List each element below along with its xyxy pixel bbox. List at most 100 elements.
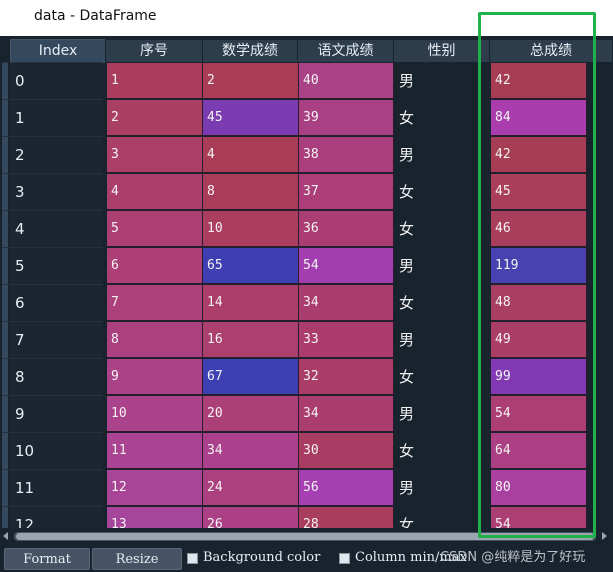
table-cell[interactable]: 34 <box>299 285 394 321</box>
table-cell[interactable]: 54 <box>491 507 587 528</box>
table-cell[interactable]: 80 <box>491 470 587 506</box>
scroll-right-icon[interactable] <box>602 532 607 540</box>
column-header-xuhao[interactable]: 序号 <box>105 39 203 63</box>
row-marker[interactable] <box>2 247 8 285</box>
row-marker[interactable] <box>2 432 8 470</box>
table-cell[interactable]: 8 <box>107 322 203 358</box>
table-cell[interactable]: 33 <box>299 322 394 358</box>
row-marker[interactable] <box>2 358 8 396</box>
table-cell[interactable]: 48 <box>491 285 587 321</box>
table-cell[interactable]: 32 <box>299 359 394 395</box>
row-index[interactable]: 12 <box>10 506 103 528</box>
table-cell[interactable]: 49 <box>491 322 587 358</box>
row-index[interactable]: 1 <box>10 99 103 136</box>
resize-button[interactable]: Resize <box>92 548 182 570</box>
table-cell[interactable]: 1 <box>107 63 203 99</box>
format-button[interactable]: Format <box>4 548 90 570</box>
table-cell[interactable]: 11 <box>107 433 203 469</box>
table-cell[interactable]: 女 <box>396 359 490 395</box>
table-cell[interactable]: 20 <box>203 396 299 432</box>
column-header-chinese[interactable]: 语文成绩 <box>297 39 394 63</box>
row-index[interactable]: 2 <box>10 136 103 173</box>
row-marker[interactable] <box>2 469 8 507</box>
table-cell[interactable]: 2 <box>107 100 203 136</box>
table-cell[interactable]: 26 <box>203 507 299 528</box>
table-cell[interactable]: 99 <box>491 359 587 395</box>
row-marker[interactable] <box>2 506 8 528</box>
table-cell[interactable]: 84 <box>491 100 587 136</box>
table-cell[interactable]: 女 <box>396 285 490 321</box>
table-cell[interactable]: 46 <box>491 211 587 247</box>
index-header[interactable]: Index <box>10 39 106 63</box>
table-cell[interactable]: 3 <box>107 137 203 173</box>
column-header-gender[interactable]: 性别 <box>393 39 490 63</box>
table-cell[interactable]: 34 <box>299 396 394 432</box>
table-cell[interactable]: 女 <box>396 433 490 469</box>
row-index[interactable]: 7 <box>10 321 103 358</box>
table-cell[interactable]: 4 <box>203 137 299 173</box>
row-marker[interactable] <box>2 321 8 359</box>
scrollbar-thumb[interactable] <box>16 533 594 540</box>
row-index[interactable]: 0 <box>10 62 103 99</box>
table-cell[interactable]: 39 <box>299 100 394 136</box>
table-cell[interactable]: 男 <box>396 470 490 506</box>
table-cell[interactable]: 119 <box>491 248 587 284</box>
table-cell[interactable]: 38 <box>299 137 394 173</box>
column-header-math[interactable]: 数学成绩 <box>202 39 298 63</box>
table-cell[interactable]: 10 <box>203 211 299 247</box>
table-cell[interactable]: 7 <box>107 285 203 321</box>
table-cell[interactable]: 45 <box>491 174 587 210</box>
row-marker[interactable] <box>2 284 8 322</box>
horizontal-scrollbar[interactable] <box>0 528 613 544</box>
table-cell[interactable]: 54 <box>299 248 394 284</box>
row-marker[interactable] <box>2 99 8 137</box>
row-index[interactable]: 3 <box>10 173 103 210</box>
column-minmax-checkbox[interactable] <box>339 553 350 564</box>
table-cell[interactable]: 54 <box>491 396 587 432</box>
row-marker[interactable] <box>2 210 8 248</box>
table-cell[interactable]: 12 <box>107 470 203 506</box>
table-cell[interactable]: 64 <box>491 433 587 469</box>
row-index[interactable]: 4 <box>10 210 103 247</box>
table-cell[interactable]: 56 <box>299 470 394 506</box>
table-cell[interactable]: 24 <box>203 470 299 506</box>
table-cell[interactable]: 36 <box>299 211 394 247</box>
table-cell[interactable]: 6 <box>107 248 203 284</box>
row-marker[interactable] <box>2 173 8 211</box>
row-index[interactable]: 9 <box>10 395 103 432</box>
table-cell[interactable]: 40 <box>299 63 394 99</box>
row-index[interactable]: 10 <box>10 432 103 469</box>
table-cell[interactable]: 42 <box>491 63 587 99</box>
table-cell[interactable]: 男 <box>396 396 490 432</box>
row-index[interactable]: 6 <box>10 284 103 321</box>
table-cell[interactable]: 8 <box>203 174 299 210</box>
table-cell[interactable]: 34 <box>203 433 299 469</box>
row-marker[interactable] <box>2 136 8 174</box>
table-cell[interactable]: 67 <box>203 359 299 395</box>
table-cell[interactable]: 42 <box>491 137 587 173</box>
row-marker[interactable] <box>2 395 8 433</box>
table-cell[interactable]: 女 <box>396 211 490 247</box>
table-cell[interactable]: 30 <box>299 433 394 469</box>
table-cell[interactable]: 13 <box>107 507 203 528</box>
table-cell[interactable]: 男 <box>396 248 490 284</box>
table-cell[interactable]: 男 <box>396 322 490 358</box>
table-cell[interactable]: 9 <box>107 359 203 395</box>
table-cell[interactable]: 2 <box>203 63 299 99</box>
scroll-left-icon[interactable] <box>3 532 8 540</box>
row-index[interactable]: 8 <box>10 358 103 395</box>
table-cell[interactable]: 37 <box>299 174 394 210</box>
table-cell[interactable]: 女 <box>396 507 490 528</box>
row-marker[interactable] <box>2 62 8 100</box>
row-index[interactable]: 5 <box>10 247 103 284</box>
background-color-checkbox[interactable] <box>187 553 198 564</box>
row-index[interactable]: 11 <box>10 469 103 506</box>
table-cell[interactable]: 女 <box>396 174 490 210</box>
table-cell[interactable]: 16 <box>203 322 299 358</box>
table-cell[interactable]: 男 <box>396 63 490 99</box>
table-cell[interactable]: 28 <box>299 507 394 528</box>
table-cell[interactable]: 10 <box>107 396 203 432</box>
table-cell[interactable]: 女 <box>396 100 490 136</box>
table-cell[interactable]: 4 <box>107 174 203 210</box>
table-cell[interactable]: 45 <box>203 100 299 136</box>
